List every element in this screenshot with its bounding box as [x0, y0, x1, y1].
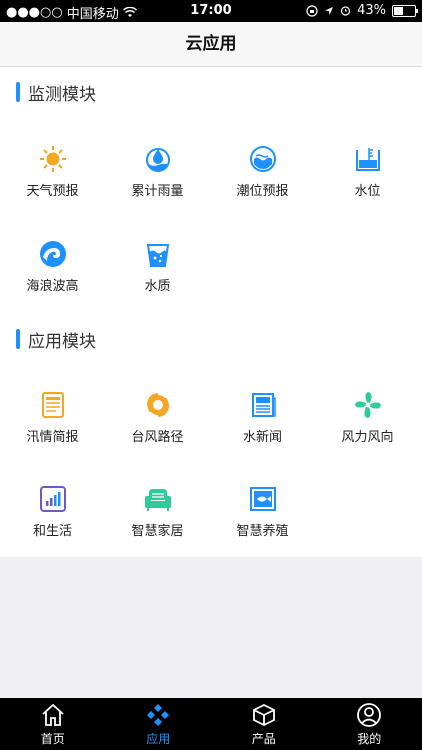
app-wave-height[interactable]: 海浪波高 — [0, 239, 105, 309]
app-water-level[interactable]: 水位 — [315, 144, 420, 214]
sofa-icon — [144, 489, 171, 511]
app-smart-home[interactable]: 智慧家居 — [105, 484, 210, 554]
water-level-icon — [355, 148, 380, 171]
battery-icon — [392, 4, 418, 17]
location-icon — [325, 6, 334, 15]
nav-title: 云应用 — [0, 22, 422, 67]
app-label: 天气预报 — [26, 184, 79, 199]
app-label: 智慧养殖 — [236, 524, 289, 539]
typhoon-icon — [146, 393, 169, 417]
apps-icon — [147, 704, 170, 726]
app-smart-aquaculture[interactable]: 智慧养殖 — [210, 484, 315, 554]
app-label: 台风路径 — [131, 430, 184, 445]
tide-icon — [249, 146, 276, 172]
rotation-lock-icon — [306, 4, 318, 17]
app-list: 监测模块 天气预报 累计雨量 潮位预报 水位 海浪波高 水质 应用模块 汛情简报… — [0, 67, 422, 557]
tab-home[interactable]: 首页 — [0, 698, 106, 750]
app-tide-forecast[interactable]: 潮位预报 — [210, 144, 315, 214]
app-water-quality[interactable]: 水质 — [105, 239, 210, 309]
app-water-news[interactable]: 水新闻 — [210, 390, 315, 460]
app-label: 水位 — [354, 184, 381, 199]
tab-label: 我的 — [357, 732, 382, 746]
app-he-life[interactable]: 和生活 — [0, 484, 105, 554]
water-quality-icon — [146, 244, 169, 267]
signal-bars-icon — [39, 486, 66, 512]
tab-apps[interactable]: 应用 — [106, 698, 212, 750]
fish-icon — [249, 487, 276, 511]
section-apps: 应用模块 — [16, 328, 96, 352]
report-icon — [41, 392, 64, 418]
app-label: 潮位预报 — [236, 184, 289, 199]
news-icon — [251, 393, 276, 417]
tab-me[interactable]: 我的 — [317, 698, 422, 750]
app-label: 智慧家居 — [131, 524, 184, 539]
section-title: 应用模块 — [28, 331, 96, 352]
home-icon — [42, 703, 64, 726]
app-label: 和生活 — [32, 524, 72, 539]
app-label: 水质 — [144, 279, 171, 294]
tab-label: 应用 — [146, 732, 171, 746]
wave-icon — [39, 241, 66, 267]
app-label: 水新闻 — [242, 430, 282, 445]
app-label: 汛情简报 — [26, 430, 79, 445]
status-bar: ●●●○○ 中国移动 17:00 43% — [0, 0, 422, 22]
app-label: 海浪波高 — [26, 279, 79, 294]
section-monitoring: 监测模块 — [16, 81, 96, 105]
app-typhoon-path[interactable]: 台风路径 — [105, 390, 210, 460]
section-accent-bar — [16, 82, 20, 102]
app-accumulated-rainfall[interactable]: 累计雨量 — [105, 144, 210, 214]
app-label: 风力风向 — [341, 430, 394, 445]
sun-icon — [39, 146, 66, 172]
section-title: 监测模块 — [28, 84, 96, 105]
app-flood-report[interactable]: 汛情简报 — [0, 390, 105, 460]
app-label: 累计雨量 — [131, 184, 184, 199]
battery-percent: 43% — [357, 3, 386, 18]
tab-label: 产品 — [251, 732, 276, 746]
tab-products[interactable]: 产品 — [211, 698, 317, 750]
section-accent-bar — [16, 329, 20, 349]
app-wind-direction[interactable]: 风力风向 — [315, 390, 420, 460]
tab-bar: 首页 应用 产品 我的 — [0, 698, 422, 750]
user-icon — [357, 703, 382, 727]
fan-icon — [354, 392, 381, 418]
tab-label: 首页 — [40, 732, 65, 746]
app-weather-forecast[interactable]: 天气预报 — [0, 144, 105, 214]
rain-gauge-icon — [145, 148, 170, 172]
alarm-icon — [340, 6, 351, 16]
box-icon — [252, 703, 275, 727]
